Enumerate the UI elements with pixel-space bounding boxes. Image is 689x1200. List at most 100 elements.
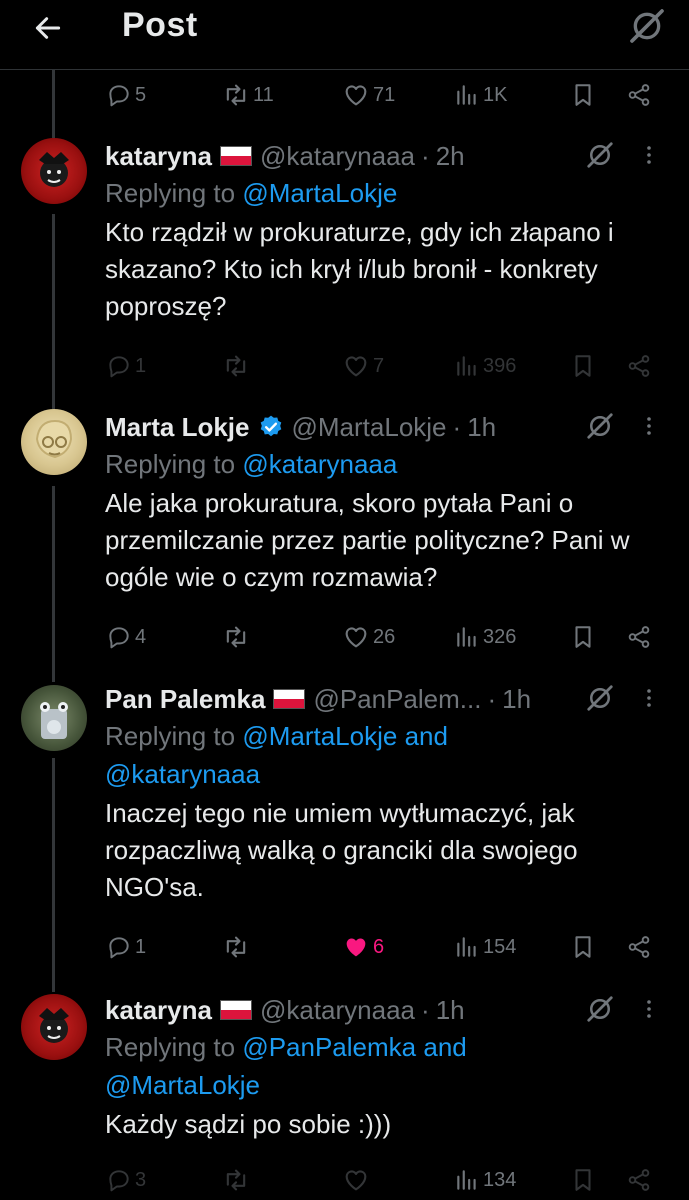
mention-link[interactable]: @PanPalemka: [242, 1032, 416, 1062]
repost-button[interactable]: [222, 1160, 250, 1200]
author-name[interactable]: kataryna: [105, 141, 212, 172]
repost-button[interactable]: [222, 617, 250, 657]
like-button[interactable]: 71: [342, 75, 395, 115]
author-handle[interactable]: @katarynaaa: [260, 995, 415, 1026]
avatar[interactable]: [21, 138, 87, 204]
bookmark-icon: [570, 1167, 596, 1193]
reply-button[interactable]: 1: [106, 927, 146, 967]
author-row: Pan Palemka @PanPalem... · 1h: [105, 681, 665, 717]
timestamp[interactable]: 1h: [502, 684, 531, 715]
bookmark-button[interactable]: [570, 346, 596, 386]
mention-link[interactable]: @katarynaaa: [105, 759, 260, 789]
page-title: Post: [122, 6, 198, 44]
share-icon: [626, 934, 652, 960]
grok-button[interactable]: [585, 994, 615, 1024]
views-button[interactable]: 396: [454, 346, 516, 386]
bookmark-button[interactable]: [570, 75, 596, 115]
views-count: 154: [483, 935, 517, 958]
repost-button[interactable]: [222, 346, 250, 386]
separator-dot: ·: [421, 994, 430, 1025]
bookmark-icon: [570, 624, 596, 650]
views-icon: [454, 624, 480, 650]
author-row: Marta Lokje @MartaLokje · 1h: [105, 409, 665, 445]
repost-icon: [222, 81, 250, 109]
share-button[interactable]: [626, 346, 652, 386]
tweet-actions: 1 7 396: [106, 346, 666, 386]
views-count: 396: [483, 354, 517, 377]
bookmark-button[interactable]: [570, 927, 596, 967]
more-options-button[interactable]: [645, 685, 665, 715]
avatar[interactable]: [21, 409, 87, 475]
avatar-illustration: [39, 152, 69, 187]
avatar-illustration: [35, 419, 73, 459]
more-dots-icon: [645, 413, 653, 439]
reply-count: 1: [135, 935, 147, 958]
repost-icon: [222, 1166, 250, 1194]
reply-button[interactable]: 1: [106, 346, 146, 386]
replying-and: and: [423, 1032, 467, 1062]
more-options-button[interactable]: [645, 142, 665, 172]
share-button[interactable]: [626, 927, 652, 967]
reply-count: 3: [135, 1168, 147, 1191]
thread-connector: [52, 70, 55, 138]
grok-button[interactable]: [585, 140, 615, 170]
grok-button[interactable]: [585, 683, 615, 713]
share-button[interactable]: [626, 1160, 652, 1200]
like-button[interactable]: 6: [342, 927, 384, 967]
reply-button[interactable]: 3: [106, 1160, 146, 1200]
bookmark-icon: [570, 82, 596, 108]
author-handle[interactable]: @MartaLokje: [292, 412, 447, 443]
top-bar: Post: [0, 0, 689, 70]
reply-icon: [106, 934, 132, 960]
share-icon: [626, 1167, 652, 1193]
repost-button[interactable]: 11: [222, 75, 274, 115]
grok-button[interactable]: [626, 6, 668, 46]
tweet-text: Kto rządził w prokuraturze, gdy ich złap…: [105, 217, 614, 321]
reply-button[interactable]: 5: [106, 75, 146, 115]
author-name[interactable]: Pan Palemka: [105, 684, 265, 715]
grok-icon: [585, 140, 615, 170]
avatar[interactable]: [21, 994, 87, 1060]
mention-link[interactable]: @katarynaaa: [242, 449, 397, 479]
views-button[interactable]: 154: [454, 927, 516, 967]
grok-button[interactable]: [585, 411, 615, 441]
views-count: 326: [483, 625, 517, 648]
author-handle[interactable]: @katarynaaa: [260, 141, 415, 172]
like-button[interactable]: 7: [342, 346, 384, 386]
repost-button[interactable]: [222, 927, 250, 967]
more-options-button[interactable]: [645, 996, 665, 1026]
author-name[interactable]: Marta Lokje: [105, 412, 250, 443]
avatar[interactable]: [21, 685, 87, 751]
back-button[interactable]: [30, 10, 66, 46]
timestamp[interactable]: 2h: [436, 141, 465, 172]
reply-count: 1: [135, 354, 147, 377]
reply-icon: [106, 624, 132, 650]
timestamp[interactable]: 1h: [467, 412, 496, 443]
author-handle[interactable]: @PanPalem...: [313, 684, 481, 715]
author-name[interactable]: kataryna: [105, 995, 212, 1026]
share-icon: [626, 82, 652, 108]
views-button[interactable]: 1K: [454, 75, 507, 115]
views-button[interactable]: 326: [454, 617, 516, 657]
reply-icon: [106, 353, 132, 379]
replying-label: Replying to: [105, 449, 236, 479]
views-button[interactable]: 134: [454, 1160, 516, 1200]
separator-dot: ·: [452, 411, 462, 442]
thread-connector: [52, 486, 55, 682]
share-button[interactable]: [626, 617, 652, 657]
poland-flag-icon: [219, 1000, 252, 1020]
mention-link[interactable]: @MartaLokje: [242, 721, 397, 751]
views-count: 1K: [483, 83, 508, 106]
bookmark-button[interactable]: [570, 617, 596, 657]
bookmark-button[interactable]: [570, 1160, 596, 1200]
like-button[interactable]: 26: [342, 617, 395, 657]
mention-link[interactable]: @MartaLokje: [105, 1070, 260, 1100]
like-count: 26: [373, 625, 396, 648]
share-button[interactable]: [626, 75, 652, 115]
mention-link[interactable]: @MartaLokje: [242, 178, 397, 208]
like-button[interactable]: [342, 1160, 370, 1200]
timestamp[interactable]: 1h: [436, 995, 465, 1026]
reply-button[interactable]: 4: [106, 617, 146, 657]
views-count: 134: [483, 1168, 517, 1191]
more-options-button[interactable]: [645, 413, 665, 443]
